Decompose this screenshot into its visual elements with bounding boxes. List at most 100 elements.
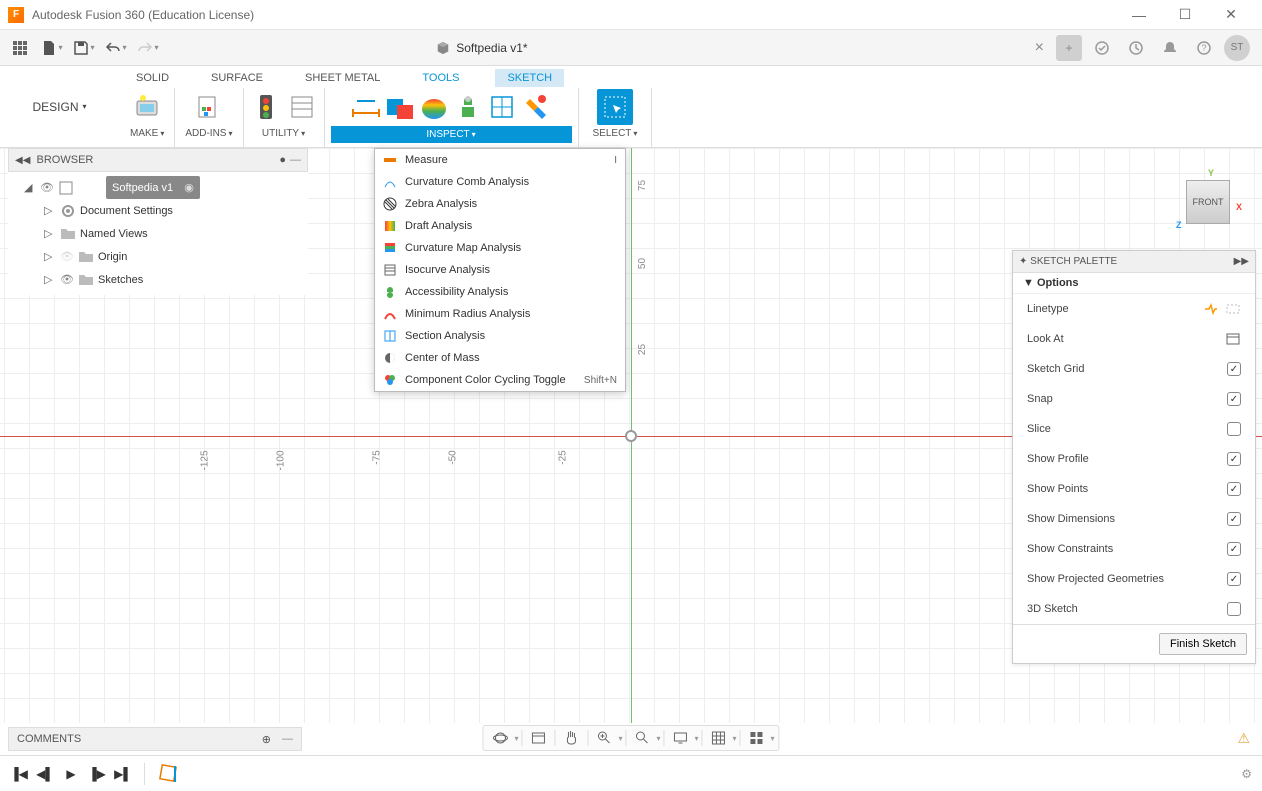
checkbox[interactable] <box>1227 482 1241 496</box>
menu-curvature-map[interactable]: Curvature Map Analysis <box>375 237 625 259</box>
user-avatar[interactable]: ST <box>1224 35 1250 61</box>
app-grid-icon[interactable] <box>6 34 34 62</box>
timeline-next-icon[interactable]: ▐▶ <box>88 765 106 783</box>
palette-row-grid[interactable]: Sketch Grid <box>1013 354 1255 384</box>
timeline-prev-icon[interactable]: ◀▌ <box>36 765 54 783</box>
look-icon[interactable] <box>525 727 551 749</box>
palette-row-snap[interactable]: Snap <box>1013 384 1255 414</box>
browser-header[interactable]: ◀◀ BROWSER ●— <box>8 148 308 172</box>
fit-icon[interactable] <box>629 727 655 749</box>
tab-surface[interactable]: SURFACE <box>205 69 269 87</box>
checkbox[interactable] <box>1227 392 1241 406</box>
minimize-button[interactable]: — <box>1116 0 1162 30</box>
undo-icon[interactable]: ▾ <box>102 34 130 62</box>
palette-header[interactable]: ✦ SKETCH PALETTE ▶▶ <box>1013 251 1255 273</box>
comments-panel[interactable]: COMMENTS ⊕ — <box>8 727 302 751</box>
browser-root[interactable]: Softpedia v1 ◉ <box>106 176 200 199</box>
browser-collapse-icon[interactable]: — <box>290 154 301 166</box>
interference-icon[interactable] <box>384 91 416 123</box>
palette-row-lookat[interactable]: Look At <box>1013 324 1255 354</box>
group-label-addins[interactable]: ADD-INS▾ <box>181 126 236 141</box>
document-tab[interactable]: Softpedia v1* <box>424 37 539 59</box>
palette-row-constraints[interactable]: Show Constraints <box>1013 534 1255 564</box>
select-tool-icon[interactable] <box>597 89 633 125</box>
visibility-icon[interactable]: 👁 <box>40 181 54 194</box>
palette-row-projected[interactable]: Show Projected Geometries <box>1013 564 1255 594</box>
tab-close-icon[interactable]: × <box>1035 39 1044 57</box>
close-button[interactable]: ✕ <box>1208 0 1254 30</box>
menu-zebra[interactable]: Zebra Analysis <box>375 193 625 215</box>
palette-row-points[interactable]: Show Points <box>1013 474 1255 504</box>
pan-icon[interactable] <box>558 727 584 749</box>
timeline-end-icon[interactable]: ▶▌ <box>114 765 132 783</box>
menu-isocurve[interactable]: Isocurve Analysis <box>375 259 625 281</box>
expand-icon[interactable]: ▷ <box>44 204 56 217</box>
checkbox[interactable] <box>1227 542 1241 556</box>
expand-icon[interactable]: ▷ <box>44 273 56 286</box>
browser-item[interactable]: Document Settings <box>80 205 173 217</box>
group-label-make[interactable]: MAKE▾ <box>126 126 168 141</box>
tab-tools[interactable]: TOOLS <box>416 69 465 87</box>
palette-section-options[interactable]: ▼ Options <box>1013 273 1255 294</box>
menu-accessibility[interactable]: Accessibility Analysis <box>375 281 625 303</box>
print-3d-icon[interactable] <box>131 91 163 123</box>
menu-section[interactable]: Section Analysis <box>375 325 625 347</box>
viewport-icon[interactable] <box>744 727 770 749</box>
compute-icon[interactable] <box>286 91 318 123</box>
finish-sketch-button[interactable]: Finish Sketch <box>1159 633 1247 655</box>
checkbox[interactable] <box>1227 572 1241 586</box>
section-icon[interactable] <box>486 91 518 123</box>
checkbox[interactable] <box>1227 452 1241 466</box>
browser-settings-icon[interactable]: ● <box>279 154 286 166</box>
menu-center-of-mass[interactable]: Center of Mass <box>375 347 625 369</box>
expand-icon[interactable]: ▷ <box>44 250 56 263</box>
group-label-utility[interactable]: UTILITY▾ <box>258 126 309 141</box>
redo-icon[interactable]: ▾ <box>134 34 162 62</box>
warning-icon[interactable]: ⚠ <box>1237 730 1250 747</box>
menu-measure[interactable]: MeasureI <box>375 149 625 171</box>
traffic-light-icon[interactable] <box>250 91 282 123</box>
menu-draft[interactable]: Draft Analysis <box>375 215 625 237</box>
expand-icon[interactable]: ◢ <box>24 181 36 194</box>
timeline-sketch-icon[interactable] <box>157 762 181 786</box>
zoom-icon[interactable] <box>591 727 617 749</box>
maximize-button[interactable]: ☐ <box>1162 0 1208 30</box>
extensions-icon[interactable] <box>1088 34 1116 62</box>
menu-color-cycling[interactable]: Component Color Cycling ToggleShift+N <box>375 369 625 391</box>
menu-curvature-comb[interactable]: Curvature Comb Analysis <box>375 171 625 193</box>
view-cube[interactable]: FRONT Y X Z <box>1180 174 1236 230</box>
browser-item[interactable]: Origin <box>98 251 127 263</box>
palette-row-3dsketch[interactable]: 3D Sketch <box>1013 594 1255 624</box>
tab-sketch[interactable]: SKETCH <box>495 69 564 87</box>
palette-expand-icon[interactable]: ▶▶ <box>1234 256 1249 267</box>
linetype-construction-icon[interactable] <box>1225 302 1241 316</box>
display-icon[interactable] <box>668 727 694 749</box>
expand-icon[interactable]: ▷ <box>44 227 56 240</box>
checkbox[interactable] <box>1227 512 1241 526</box>
visibility-icon[interactable]: 👁 <box>60 273 74 286</box>
timeline-settings-icon[interactable]: ⚙ <box>1241 767 1252 781</box>
palette-row-linetype[interactable]: Linetype <box>1013 294 1255 324</box>
browser-item[interactable]: Sketches <box>98 274 143 286</box>
palette-row-dimensions[interactable]: Show Dimensions <box>1013 504 1255 534</box>
visibility-off-icon[interactable]: 👁 <box>60 250 74 263</box>
orbit-icon[interactable] <box>487 727 513 749</box>
job-status-icon[interactable] <box>1122 34 1150 62</box>
workspace-switcher[interactable]: DESIGN▾ <box>18 92 100 122</box>
comments-collapse-icon[interactable]: — <box>282 733 293 746</box>
comments-add-icon[interactable]: ⊕ <box>262 733 271 746</box>
save-icon[interactable]: ▾ <box>70 34 98 62</box>
checkbox[interactable] <box>1227 362 1241 376</box>
checkbox[interactable] <box>1227 422 1241 436</box>
new-tab-button[interactable]: + <box>1056 35 1082 61</box>
group-label-select[interactable]: SELECT▾ <box>589 126 642 141</box>
accessibility-icon[interactable] <box>452 91 484 123</box>
file-new-icon[interactable]: ▾ <box>38 34 66 62</box>
grid-icon[interactable] <box>706 727 732 749</box>
lookat-icon[interactable] <box>1225 332 1241 346</box>
palette-row-slice[interactable]: Slice <box>1013 414 1255 444</box>
curvature-icon[interactable] <box>418 91 450 123</box>
viewcube-face[interactable]: FRONT <box>1186 180 1230 224</box>
color-cycling-icon[interactable] <box>520 91 552 123</box>
measure-icon[interactable] <box>350 91 382 123</box>
